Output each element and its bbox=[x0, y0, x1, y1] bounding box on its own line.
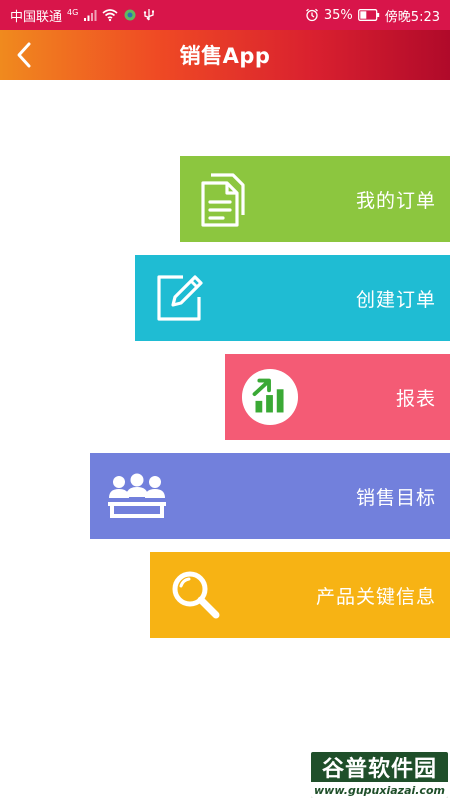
wifi-icon bbox=[102, 9, 118, 22]
menu-reports[interactable]: 报表 bbox=[225, 354, 450, 440]
menu-create-order[interactable]: 创建订单 bbox=[135, 255, 450, 341]
chevron-left-icon bbox=[17, 42, 31, 68]
menu-label: 创建订单 bbox=[355, 288, 436, 311]
search-icon bbox=[166, 566, 224, 624]
documents-icon bbox=[196, 170, 254, 228]
menu-product-key-info[interactable]: 产品关键信息 bbox=[150, 552, 450, 638]
site-watermark: 谷普软件园 www.gupuxiazai.com bbox=[311, 752, 448, 798]
menu-label: 产品关键信息 bbox=[315, 585, 436, 608]
watermark-title: 谷普软件园 bbox=[321, 757, 437, 782]
menu-label: 报表 bbox=[395, 387, 436, 410]
carrier-name: 中国联通 bbox=[10, 9, 63, 25]
clock-time: 傍晚5:23 bbox=[384, 9, 440, 25]
network-type: 4G bbox=[67, 7, 79, 17]
menu-label: 我的订单 bbox=[355, 189, 436, 212]
menu-label: 销售目标 bbox=[355, 486, 436, 509]
alarm-icon bbox=[305, 8, 318, 22]
watermark-url: www.gupuxiazai.com bbox=[311, 782, 448, 798]
battery-icon bbox=[357, 9, 379, 21]
report-chart-icon bbox=[241, 368, 299, 426]
app-notification-icon bbox=[124, 9, 136, 21]
menu-my-orders[interactable]: 我的订单 bbox=[180, 156, 450, 242]
battery-percent: 35% bbox=[323, 7, 353, 23]
edit-icon bbox=[151, 269, 209, 327]
team-icon bbox=[106, 467, 168, 525]
status-bar-right: 35% 傍晚5:23 bbox=[305, 6, 440, 25]
status-bar: 中国联通 4G 35% 傍晚5:23 bbox=[0, 0, 450, 30]
usb-icon bbox=[144, 9, 155, 21]
status-bar-left: 中国联通 4G bbox=[10, 6, 156, 25]
back-button[interactable] bbox=[4, 35, 44, 75]
page-title: 销售App bbox=[179, 44, 271, 68]
app-header: 销售App bbox=[0, 30, 450, 80]
menu-sales-targets[interactable]: 销售目标 bbox=[90, 453, 450, 539]
signal-icon bbox=[84, 10, 97, 21]
